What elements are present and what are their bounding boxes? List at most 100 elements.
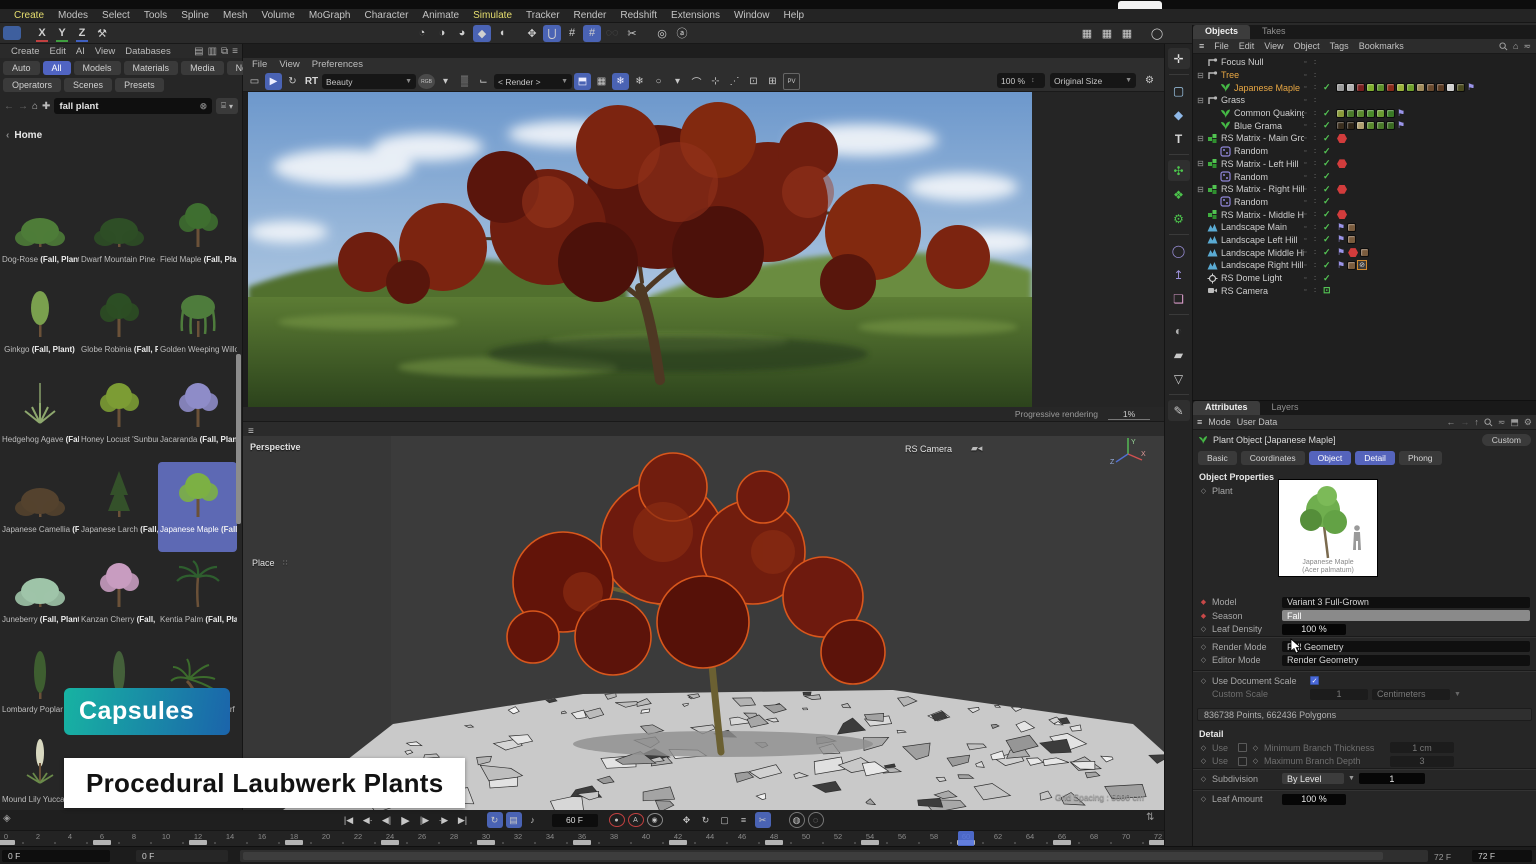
layer-dot-icon[interactable]: ▫	[1304, 173, 1314, 180]
filter-icon[interactable]: ≂	[1523, 41, 1531, 52]
diagonal-compare-icon[interactable]: ⋰	[726, 73, 743, 90]
plant-tile-hedgehog-agave-fall[interactable]: Hedgehog Agave (Fall...	[0, 372, 79, 462]
record-rotation-icon[interactable]: ↻	[698, 812, 714, 828]
om-menu-tags[interactable]: Tags	[1325, 41, 1354, 51]
gear-icon[interactable]: ⚙	[1141, 72, 1158, 89]
object-row-random[interactable]: Random▫∶✓	[1193, 145, 1536, 158]
om-menu-edit[interactable]: Edit	[1234, 41, 1260, 51]
expand-toggle[interactable]: ⊟	[1195, 185, 1206, 194]
redshift-tag[interactable]	[1337, 159, 1347, 168]
camera-link-icon[interactable]: ⊡	[1323, 285, 1336, 296]
object-row-common-quaking-grass[interactable]: Common Quaking Grass▫∶✓⚑	[1193, 107, 1536, 120]
material-tag[interactable]	[1346, 83, 1355, 92]
null-object-icon[interactable]: ✛	[1168, 48, 1190, 69]
range-start-field-2[interactable]: 0 F	[136, 850, 228, 862]
enabled-check-icon[interactable]: ✓	[1323, 120, 1336, 131]
axis-modify-icon[interactable]: ✂	[623, 25, 641, 42]
tool-gear-icon[interactable]: ✥	[523, 25, 541, 42]
menu-tracker[interactable]: Tracker	[520, 10, 566, 21]
refresh-icon[interactable]: ↻	[284, 73, 301, 90]
annotation-flag-tag[interactable]: ⚑	[1467, 82, 1475, 93]
menu-volume[interactable]: Volume	[255, 10, 300, 21]
enabled-check-icon[interactable]: ✓	[1323, 108, 1336, 119]
visibility-dots-icon[interactable]: ∶	[1314, 83, 1323, 92]
material-tag[interactable]	[1376, 109, 1385, 118]
record-position-icon[interactable]: ✥	[679, 812, 695, 828]
plant-tile-globe-robinia-fall-pl[interactable]: Globe Robinia (Fall, Pl...	[79, 282, 158, 372]
param-diamond-icon[interactable]: ◇	[1199, 643, 1208, 651]
shading-sphere-2-icon[interactable]: ◑	[433, 25, 451, 42]
cluster-object-icon[interactable]: ❖	[1168, 184, 1190, 205]
hamburger-icon[interactable]: ≡	[1196, 41, 1207, 51]
keyframe-marker[interactable]	[861, 840, 879, 845]
asset-menu-ai[interactable]: AI	[71, 46, 90, 57]
layout-detail-icon[interactable]: ⧉	[221, 46, 228, 57]
use-checkbox[interactable]	[1238, 743, 1247, 752]
subdivision-mode-dropdown[interactable]: By Level	[1282, 773, 1344, 784]
menu-tools[interactable]: Tools	[138, 10, 173, 21]
back-arrow-icon[interactable]: ←	[1446, 417, 1455, 427]
range-end-field[interactable]: 72 F	[1472, 850, 1532, 862]
axis-lock-z-button[interactable]: Z	[73, 25, 91, 42]
material-tag[interactable]	[1347, 235, 1356, 244]
material-tag[interactable]	[1356, 83, 1365, 92]
grid-icon[interactable]: ▦	[593, 73, 610, 90]
object-row-landscape-right-hill[interactable]: Landscape Right Hill▫∶✓⚑⊘	[1193, 259, 1536, 272]
enabled-check-icon[interactable]: ✓	[1323, 171, 1336, 182]
panel-tab-layers[interactable]: Layers	[1260, 401, 1311, 415]
next-frame-icon[interactable]: |▶	[417, 812, 433, 828]
viewport-label[interactable]: Perspective	[250, 442, 301, 452]
object-row-tree[interactable]: ⊟Tree▫∶	[1193, 69, 1536, 82]
crop-icon[interactable]: ⌙	[475, 73, 492, 90]
expand-toggle[interactable]: ⊟	[1195, 71, 1206, 80]
material-tag[interactable]	[1386, 83, 1395, 92]
custom-scale-unit-dropdown[interactable]: Centimeters	[1372, 689, 1450, 700]
material-tag[interactable]	[1360, 248, 1369, 257]
grid-snap-icon[interactable]: #	[583, 25, 601, 42]
visibility-dots-icon[interactable]: ∶	[1314, 197, 1323, 206]
layer-dot-icon[interactable]: ▫	[1304, 148, 1314, 155]
back-arrow-icon[interactable]: ←	[4, 101, 14, 112]
record-scale-icon[interactable]: ▢	[717, 812, 733, 828]
document-loop-icon[interactable]: ▤	[506, 812, 522, 828]
camera-object-icon[interactable]: ▰	[1168, 344, 1190, 365]
plant-tile-honey-locust-sunbur[interactable]: Honey Locust 'Sunbur...	[79, 372, 158, 462]
region-circle-icon[interactable]: ○	[650, 73, 667, 90]
shading-sphere-4-icon[interactable]: ◖	[493, 25, 511, 42]
menu-help[interactable]: Help	[778, 10, 811, 21]
object-row-rs-dome-light[interactable]: RS Dome Light▫∶✓	[1193, 272, 1536, 285]
visibility-dots-icon[interactable]: ∶	[1314, 109, 1323, 118]
enabled-check-icon[interactable]: ✓	[1323, 82, 1336, 93]
param-diamond-icon[interactable]: ◆	[1199, 612, 1208, 620]
param-diamond-icon[interactable]: ◇	[1199, 656, 1208, 664]
visibility-dots-icon[interactable]: ∶	[1314, 71, 1323, 80]
render-view-icon[interactable]: ▦	[1078, 25, 1096, 42]
rendered-viewport-image[interactable]	[248, 92, 1032, 407]
timeline-options-icon[interactable]: ⇅	[1146, 812, 1154, 823]
motion-system-icon[interactable]: ◌	[808, 812, 824, 828]
material-tag[interactable]	[1347, 223, 1356, 232]
prev-frame-icon[interactable]: ◀|	[379, 812, 395, 828]
home-icon[interactable]: ⌂	[1513, 41, 1518, 51]
visibility-dots-icon[interactable]: ∶	[1314, 185, 1323, 194]
snapshot-add-icon[interactable]: ⊞	[764, 73, 781, 90]
visibility-dots-icon[interactable]: ∶	[1314, 274, 1323, 283]
layer-dot-icon[interactable]: ▫	[1304, 287, 1314, 294]
camera-label[interactable]: RS Camera	[905, 444, 952, 454]
mirror-icon[interactable]: ◌◌	[603, 25, 621, 42]
prev-key-icon[interactable]: ◀∙	[360, 812, 376, 828]
lock-icon[interactable]: ⬒	[574, 73, 591, 90]
material-tag[interactable]	[1346, 109, 1355, 118]
subdivision-value-field[interactable]: 1	[1359, 773, 1425, 784]
section-tab-phong[interactable]: Phong	[1399, 451, 1442, 465]
asset-menu-view[interactable]: View	[90, 46, 120, 57]
plant-tile-kentia-palm-fall-plant[interactable]: Kentia Palm (Fall, Plant)	[158, 552, 237, 642]
param-diamond-icon[interactable]: ◇	[1251, 744, 1260, 752]
rt-label[interactable]: RT	[303, 73, 320, 90]
disabled-tag[interactable]: ⊘	[1357, 260, 1367, 270]
goto-start-icon[interactable]: |◀	[341, 812, 357, 828]
layer-dot-icon[interactable]: ▫	[1304, 59, 1314, 66]
keyframe-marker[interactable]	[0, 840, 15, 845]
snap-magnet-icon[interactable]: ⋃	[543, 25, 561, 42]
text-spline-icon[interactable]: T	[1168, 128, 1190, 149]
